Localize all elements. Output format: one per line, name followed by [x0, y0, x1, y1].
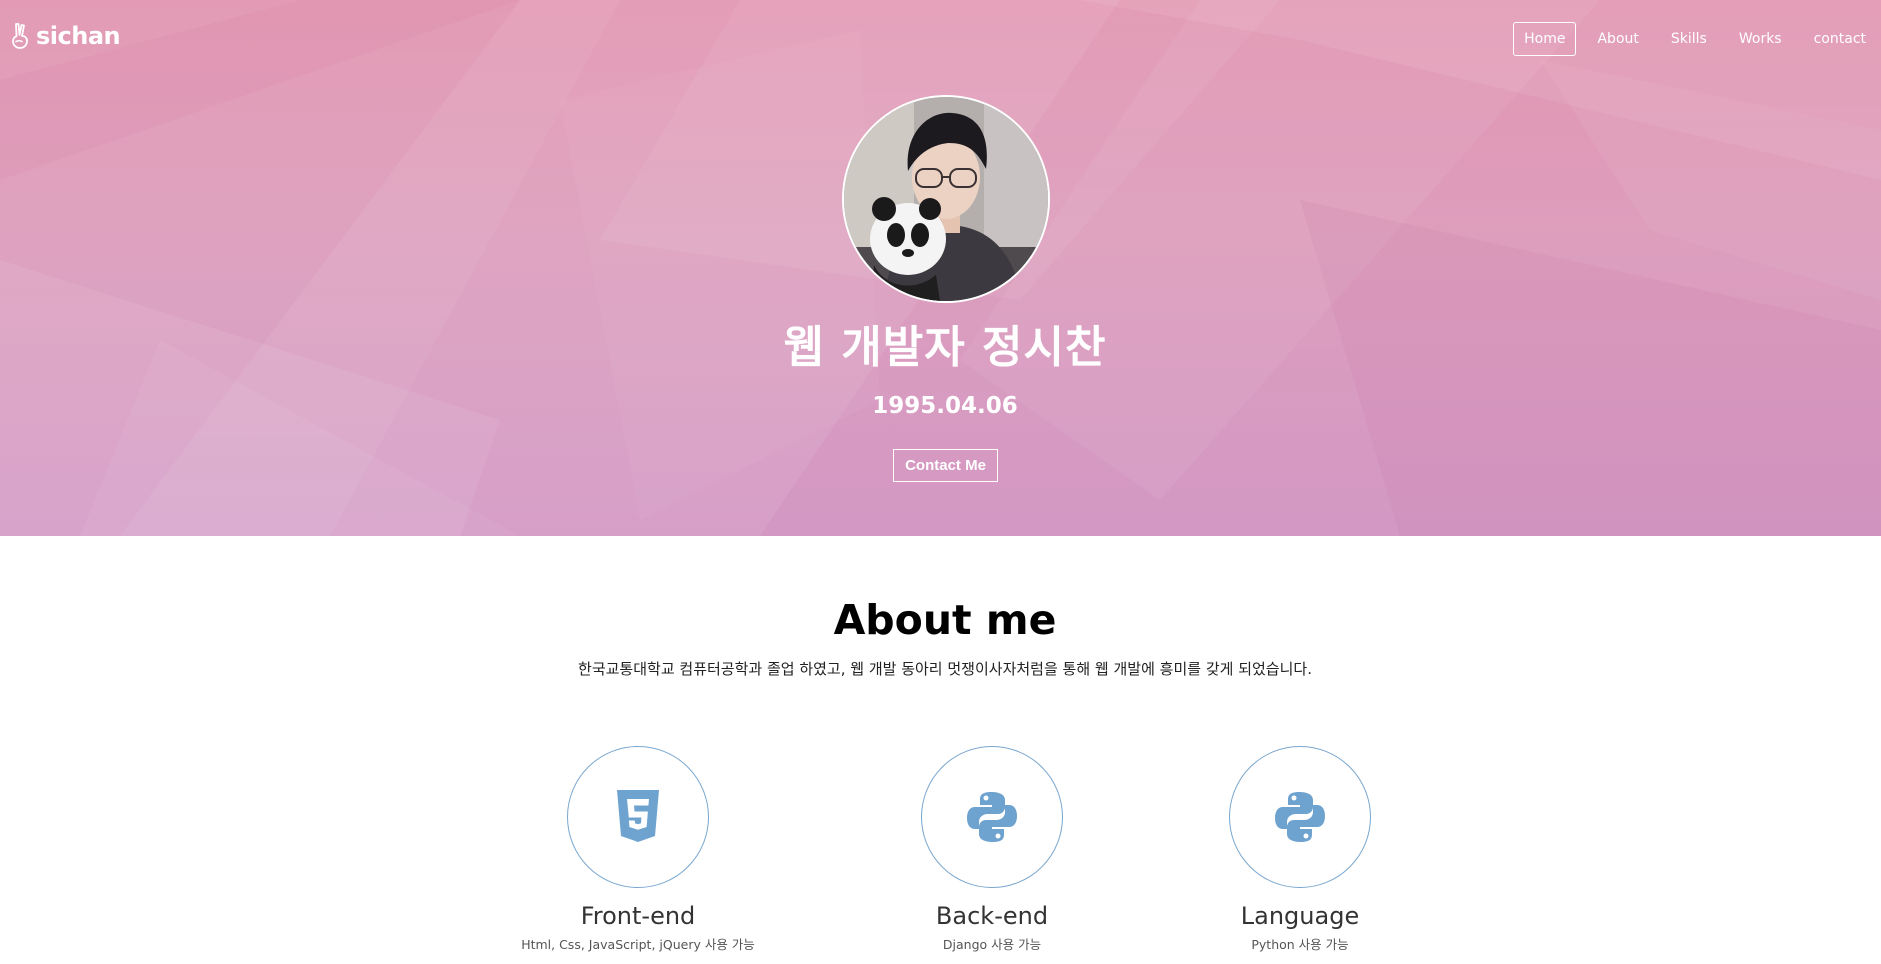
skill-description: Django 사용 가능	[942, 937, 1042, 952]
brand-logo[interactable]: sichan	[10, 22, 121, 50]
nav-item-about[interactable]: About	[1586, 22, 1649, 56]
skill-card-backend: Back-end Django 사용 가능	[862, 746, 1122, 954]
skill-icon-circle	[567, 746, 709, 888]
skill-title: Back-end	[935, 902, 1049, 930]
skill-title: Front-end	[580, 902, 696, 930]
profile-avatar	[842, 95, 1050, 303]
python-icon	[967, 792, 1017, 842]
nav-item-contact[interactable]: contact	[1803, 22, 1881, 56]
skill-icon-circle	[921, 746, 1063, 888]
skill-card-language: Language Python 사용 가능	[1170, 746, 1430, 954]
main-nav: Home About Skills Works contact	[1508, 22, 1881, 56]
hero-birthdate: 1995.04.06	[872, 393, 1018, 419]
hero-title: 웹 개발자 정시찬	[783, 322, 1107, 373]
brand-name: sichan	[36, 22, 121, 50]
contact-me-button[interactable]: Contact Me	[893, 449, 998, 482]
html5-icon	[617, 790, 659, 842]
nav-item-home[interactable]: Home	[1513, 22, 1577, 56]
profile-photo	[844, 97, 1048, 301]
about-title: About me	[833, 596, 1057, 644]
victory-hand-icon	[12, 23, 28, 49]
skill-title: Language	[1240, 902, 1360, 930]
nav-item-works[interactable]: Works	[1728, 22, 1793, 56]
python-icon	[1275, 792, 1325, 842]
skill-card-frontend: Front-end Html, Css, JavaScript, jQuery …	[508, 746, 768, 954]
hero-section: sichan Home About Skills Works contact 웹…	[0, 0, 1881, 536]
about-description: 한국교통대학교 컴퓨터공학과 졸업 하였고, 웹 개발 동아리 멋쟁이사자처럼을…	[578, 660, 1312, 678]
nav-item-skills[interactable]: Skills	[1660, 22, 1718, 56]
skill-description: Python 사용 가능	[1251, 937, 1349, 952]
skill-icon-circle	[1229, 746, 1371, 888]
skill-description: Html, Css, JavaScript, jQuery 사용 가능	[521, 937, 755, 952]
